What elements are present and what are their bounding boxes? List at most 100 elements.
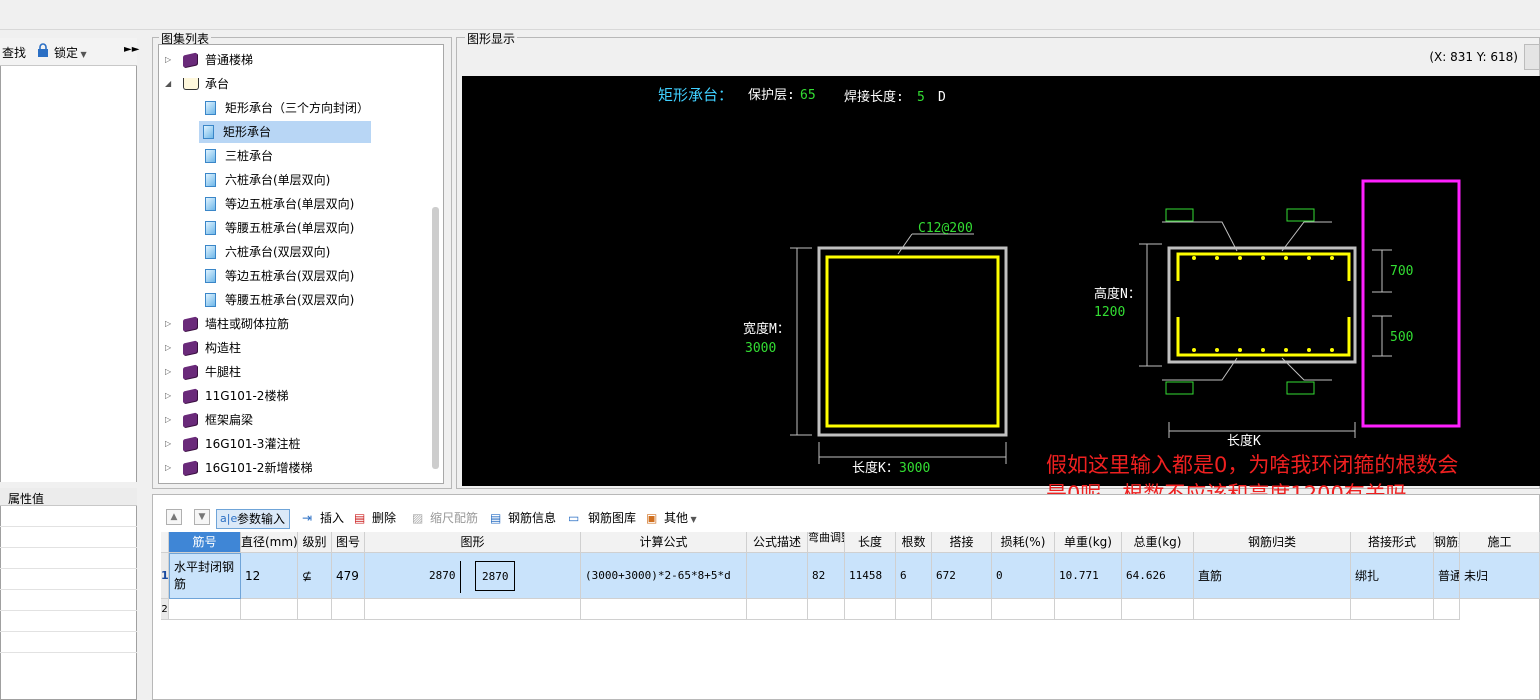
- scale-rebar-button[interactable]: ▨ 缩尺配筋: [412, 509, 478, 529]
- column-header[interactable]: 公式描述: [747, 532, 808, 553]
- table-cell-total-weight[interactable]: 64.626: [1122, 553, 1194, 599]
- table-cell-construction[interactable]: 未归: [1460, 553, 1540, 599]
- rebar-shape-cell[interactable]: 2870 2870: [365, 553, 581, 599]
- table-cell-formula[interactable]: (3000+3000)*2-65*8+5*d: [581, 553, 747, 599]
- table-cell-empty[interactable]: [747, 599, 808, 620]
- tree-item[interactable]: 六桩承台(单层双向): [201, 169, 461, 191]
- tree-scrollbar-thumb[interactable]: [432, 207, 439, 469]
- expand-double-arrow-icon[interactable]: ►►: [124, 44, 139, 55]
- table-cell-empty[interactable]: [365, 599, 581, 620]
- table-cell-unit-weight[interactable]: 10.771: [1055, 553, 1122, 599]
- table-cell-empty[interactable]: [992, 599, 1055, 620]
- table-cell-lap-type[interactable]: 绑扎: [1351, 553, 1434, 599]
- tree-folder[interactable]: ▷ 11G101-2楼梯: [165, 385, 425, 407]
- table-cell-empty[interactable]: [1194, 599, 1351, 620]
- tree-folder[interactable]: ▷ 16G101-3灌注桩: [165, 433, 425, 455]
- column-header[interactable]: 损耗(%): [992, 532, 1055, 553]
- tree-item[interactable]: 矩形承台（三个方向封闭）: [201, 97, 461, 119]
- tree-expand-arrow-icon[interactable]: ▷: [165, 409, 171, 431]
- tree-expand-arrow-icon[interactable]: ▷: [165, 49, 171, 71]
- lock-dropdown[interactable]: 锁定 ▼: [54, 44, 87, 61]
- table-cell-empty[interactable]: [1351, 599, 1434, 620]
- tree-folder[interactable]: ▷ 16G101-2新增楼梯: [165, 457, 425, 479]
- rebar-info-button[interactable]: ▤ 钢筋信息: [490, 509, 556, 529]
- property-row[interactable]: [0, 569, 137, 590]
- row-number[interactable]: 1: [161, 553, 169, 599]
- param-input-button[interactable]: a|e 参数输入: [216, 509, 291, 529]
- rebar-library-button[interactable]: ▭ 钢筋图库: [568, 509, 636, 529]
- column-header[interactable]: 长度: [845, 532, 896, 553]
- view-option-button[interactable]: [1524, 44, 1540, 70]
- column-header[interactable]: 施工: [1460, 532, 1540, 553]
- column-header[interactable]: 单重(kg): [1055, 532, 1122, 553]
- table-cell-empty[interactable]: [808, 599, 845, 620]
- column-header[interactable]: 图形: [365, 532, 581, 553]
- table-cell-length[interactable]: 11458: [845, 553, 896, 599]
- property-row[interactable]: [0, 527, 137, 548]
- other-dropdown[interactable]: ▣ 其他 ▼: [646, 509, 697, 529]
- property-row[interactable]: [0, 506, 137, 527]
- tree-expand-arrow-icon[interactable]: ▷: [165, 313, 171, 335]
- table-cell-empty[interactable]: [1434, 599, 1460, 620]
- table-cell-empty[interactable]: [169, 599, 241, 620]
- table-cell-empty[interactable]: [581, 599, 747, 620]
- column-header[interactable]: 筋号: [169, 532, 241, 553]
- column-header[interactable]: 钢筋类型: [1434, 532, 1460, 553]
- tree-folder[interactable]: ▷ 框架扁梁: [165, 409, 425, 431]
- tree-item[interactable]: 等腰五桩承台(双层双向): [201, 289, 461, 311]
- table-cell-empty[interactable]: [1122, 599, 1194, 620]
- table-cell-figure-no[interactable]: 479: [332, 553, 365, 599]
- column-header[interactable]: 搭接: [932, 532, 992, 553]
- table-cell-grade[interactable]: ⊈: [298, 553, 332, 599]
- tree-item[interactable]: 六桩承台(双层双向): [201, 241, 461, 263]
- tree-expand-arrow-icon[interactable]: ▷: [165, 457, 171, 479]
- row-number[interactable]: 2: [161, 599, 169, 620]
- table-cell-empty[interactable]: [298, 599, 332, 620]
- tree-expand-arrow-icon[interactable]: ▷: [165, 385, 171, 407]
- table-cell-empty[interactable]: [241, 599, 298, 620]
- tree-folder[interactable]: ▷ 牛腿柱: [165, 361, 425, 383]
- tree-expand-arrow-icon[interactable]: ▷: [165, 361, 171, 383]
- column-header[interactable]: 总重(kg): [1122, 532, 1194, 553]
- tree-item[interactable]: 等边五桩承台(双层双向): [201, 265, 461, 287]
- table-cell-loss[interactable]: 0: [992, 553, 1055, 599]
- property-row[interactable]: [0, 632, 137, 653]
- property-row[interactable]: [0, 590, 137, 611]
- column-header[interactable]: 根数: [896, 532, 932, 553]
- tree-collapse-arrow-icon[interactable]: ◢: [165, 73, 171, 95]
- property-row[interactable]: [0, 611, 137, 632]
- table-cell-empty[interactable]: [896, 599, 932, 620]
- insert-button[interactable]: ⇥ 插入: [302, 509, 344, 529]
- table-cell-rebar-type[interactable]: 普通钢筋: [1434, 553, 1460, 599]
- delete-button[interactable]: ▤ 删除: [354, 509, 396, 529]
- column-header[interactable]: 搭接形式: [1351, 532, 1434, 553]
- tree-item[interactable]: 矩形承台: [199, 121, 371, 143]
- table-cell-formula-desc[interactable]: [747, 553, 808, 599]
- tree-item[interactable]: 等边五桩承台(单层双向): [201, 193, 461, 215]
- table-cell-bar-name[interactable]: 水平封闭钢筋: [169, 553, 241, 599]
- table-cell-bend-adjust[interactable]: 82: [808, 553, 845, 599]
- tree-folder[interactable]: ◢ 承台: [165, 73, 425, 95]
- column-header[interactable]: 钢筋归类: [1194, 532, 1351, 553]
- table-cell-empty[interactable]: [332, 599, 365, 620]
- column-header[interactable]: 图号: [332, 532, 365, 553]
- tree-expand-arrow-icon[interactable]: ▷: [165, 337, 171, 359]
- tree-folder[interactable]: ▷ 墙柱或砌体拉筋: [165, 313, 425, 335]
- column-header[interactable]: 级别: [298, 532, 332, 553]
- table-cell-empty[interactable]: [932, 599, 992, 620]
- column-header[interactable]: 直径(mm): [241, 532, 298, 553]
- move-up-button[interactable]: ▲: [166, 509, 182, 525]
- tree-folder[interactable]: ▷ 普通楼梯: [165, 49, 425, 71]
- tree-expand-arrow-icon[interactable]: ▷: [165, 433, 171, 455]
- column-header[interactable]: 弯曲调整: [808, 532, 845, 553]
- table-cell-lap[interactable]: 672: [932, 553, 992, 599]
- table-cell-diameter[interactable]: 12: [241, 553, 298, 599]
- tree-item[interactable]: 等腰五桩承台(单层双向): [201, 217, 461, 239]
- graphic-canvas[interactable]: 矩形承台： 保护层: 65 焊接长度: 5 D C12@200 宽度M： 300…: [462, 76, 1540, 486]
- tree-folder[interactable]: ▷ 构造柱: [165, 337, 425, 359]
- table-cell-empty[interactable]: [1055, 599, 1122, 620]
- property-row[interactable]: [0, 548, 137, 569]
- tree-item[interactable]: 三桩承台: [201, 145, 461, 167]
- move-down-button[interactable]: ▼: [194, 509, 210, 525]
- column-header[interactable]: 计算公式: [581, 532, 747, 553]
